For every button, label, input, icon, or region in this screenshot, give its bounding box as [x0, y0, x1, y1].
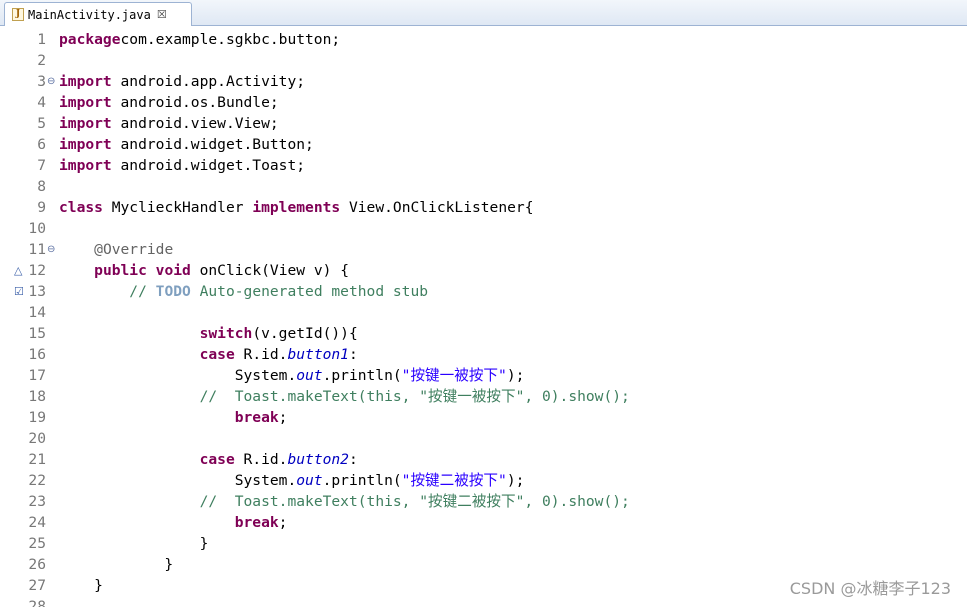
- code-line[interactable]: 20: [0, 428, 967, 449]
- code-line[interactable]: 7 import android.widget.Toast;: [0, 155, 967, 176]
- code-text: case R.id.button2:: [199, 451, 358, 468]
- code-line[interactable]: 9 class MyclieckHandler implements View.O…: [0, 197, 967, 218]
- line-number: 26: [28, 556, 46, 573]
- code-line[interactable]: 26 }: [0, 554, 967, 575]
- watermark: CSDN @冰糖李子123: [789, 579, 951, 598]
- code-line[interactable]: 10: [0, 218, 967, 239]
- code-text: }: [59, 556, 174, 573]
- line-number: 8: [37, 178, 46, 195]
- code-line[interactable]: 3 ⊖ import android.app.Activity;: [0, 71, 967, 92]
- code-line[interactable]: 16 case R.id.button1:: [0, 344, 967, 365]
- code-text: // TODO Auto-generated method stub: [129, 283, 429, 300]
- override-marker-icon[interactable]: △: [14, 260, 26, 281]
- code-line[interactable]: 13 ☑ // TODO Auto-generated method stub: [0, 281, 967, 302]
- line-number: 25: [28, 535, 46, 552]
- code-line[interactable]: 5 import android.view.View;: [0, 113, 967, 134]
- line-number: 5: [37, 115, 46, 132]
- code-text: public void onClick(View v) {: [94, 262, 349, 279]
- code-text: System.out.println("按键二被按下");: [59, 472, 525, 489]
- line-number: 17: [28, 367, 46, 384]
- code-text: }: [59, 535, 209, 552]
- line-number: 2: [37, 52, 46, 69]
- code-text: import android.app.Activity;: [59, 73, 306, 90]
- code-line[interactable]: 15 switch(v.getId()){: [0, 323, 967, 344]
- code-text: // Toast.makeText(this, "按键一被按下", 0).sho…: [199, 388, 630, 405]
- code-text: import android.view.View;: [59, 115, 279, 132]
- line-number: 23: [28, 493, 46, 510]
- fold-toggle-icon[interactable]: ⊖: [47, 239, 57, 260]
- code-text: case R.id.button1:: [199, 346, 358, 363]
- fold-toggle-icon[interactable]: ⊖: [47, 71, 57, 92]
- code-text: @Override: [94, 241, 174, 258]
- line-number: 21: [28, 451, 46, 468]
- line-number: 19: [28, 409, 46, 426]
- code-text: class MyclieckHandler implements View.On…: [59, 199, 534, 216]
- code-line[interactable]: 21 case R.id.button2:: [0, 449, 967, 470]
- code-text: packagecom.example.sgkbc.button;: [59, 31, 341, 48]
- code-text: }: [59, 577, 103, 594]
- line-number: 18: [28, 388, 46, 405]
- code-line[interactable]: 2: [0, 50, 967, 71]
- close-icon[interactable]: ☒: [157, 8, 167, 21]
- code-text: import android.widget.Toast;: [59, 157, 306, 174]
- code-line[interactable]: 24 break;: [0, 512, 967, 533]
- tab-title: MainActivity.java: [28, 7, 151, 22]
- line-number: 15: [28, 325, 46, 342]
- line-number: 7: [37, 157, 46, 174]
- code-line[interactable]: 22 System.out.println("按键二被按下");: [0, 470, 967, 491]
- tab-main-activity[interactable]: J MainActivity.java ☒: [4, 2, 192, 26]
- code-editor[interactable]: 1 packagecom.example.sgkbc.button; 2 3 ⊖ impo…: [0, 27, 967, 607]
- line-number: 16: [28, 346, 46, 363]
- line-number: 3: [37, 73, 46, 90]
- line-number: 22: [28, 472, 46, 489]
- code-text: switch(v.getId()){: [199, 325, 358, 342]
- line-number: 10: [28, 220, 46, 237]
- code-line[interactable]: 14: [0, 302, 967, 323]
- line-number: 1: [37, 31, 46, 48]
- line-number: 11: [28, 241, 46, 258]
- code-line[interactable]: 1 packagecom.example.sgkbc.button;: [0, 29, 967, 50]
- line-number: 6: [37, 136, 46, 153]
- line-number: 24: [28, 514, 46, 531]
- code-line[interactable]: 4 import android.os.Bundle;: [0, 92, 967, 113]
- line-number: 14: [28, 304, 46, 321]
- code-text: import android.widget.Button;: [59, 136, 314, 153]
- line-number: 28: [28, 598, 46, 607]
- line-number: 27: [28, 577, 46, 594]
- code-text: import android.os.Bundle;: [59, 94, 279, 111]
- line-number: 9: [37, 199, 46, 216]
- line-number: 4: [37, 94, 46, 111]
- code-line[interactable]: 25 }: [0, 533, 967, 554]
- code-line[interactable]: 12 △ public void onClick(View v) {: [0, 260, 967, 281]
- code-line[interactable]: 19 break;: [0, 407, 967, 428]
- code-line[interactable]: 11 ⊖ @Override: [0, 239, 967, 260]
- code-line[interactable]: 6 import android.widget.Button;: [0, 134, 967, 155]
- editor-tab-bar: J MainActivity.java ☒: [0, 0, 967, 26]
- code-text: System.out.println("按键一被按下");: [59, 367, 525, 384]
- code-line[interactable]: 8: [0, 176, 967, 197]
- code-text: // Toast.makeText(this, "按键二被按下", 0).sho…: [199, 493, 630, 510]
- code-line[interactable]: 17 System.out.println("按键一被按下");: [0, 365, 967, 386]
- code-text: break;: [234, 409, 288, 426]
- code-text: break;: [234, 514, 288, 531]
- java-file-icon: J: [12, 8, 24, 21]
- task-marker-icon[interactable]: ☑: [14, 281, 26, 302]
- code-line[interactable]: 18 // Toast.makeText(this, "按键一被按下", 0).…: [0, 386, 967, 407]
- code-line[interactable]: 23 // Toast.makeText(this, "按键二被按下", 0).…: [0, 491, 967, 512]
- line-number: 20: [28, 430, 46, 447]
